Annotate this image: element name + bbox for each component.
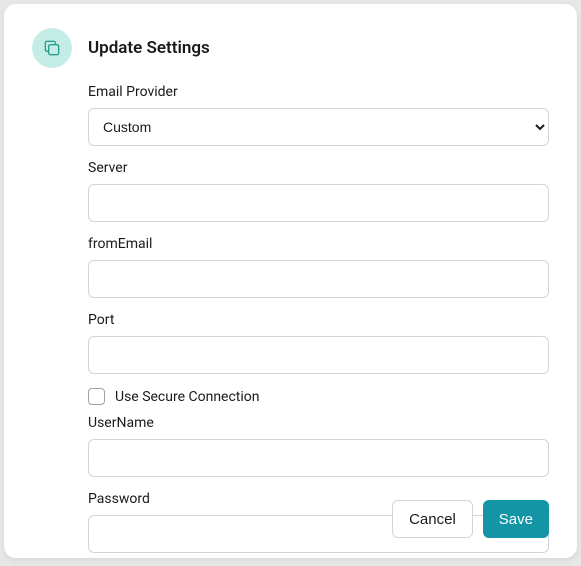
port-label: Port — [88, 312, 549, 328]
field-secure-connection: Use Secure Connection — [88, 388, 549, 405]
copy-icon — [42, 38, 62, 58]
username-label: UserName — [88, 415, 549, 431]
port-input[interactable] — [88, 336, 549, 374]
field-username: UserName — [88, 415, 549, 477]
email-provider-select[interactable]: Custom — [88, 108, 549, 146]
modal-header: Update Settings — [32, 28, 549, 68]
from-email-input[interactable] — [88, 260, 549, 298]
copy-icon-wrapper — [32, 28, 72, 68]
field-email-provider: Email Provider Custom — [88, 84, 549, 146]
modal-title: Update Settings — [88, 38, 210, 58]
secure-connection-label: Use Secure Connection — [115, 389, 260, 405]
save-button[interactable]: Save — [483, 500, 549, 538]
secure-connection-checkbox[interactable] — [88, 388, 105, 405]
from-email-label: fromEmail — [88, 236, 549, 252]
field-port: Port — [88, 312, 549, 374]
server-label: Server — [88, 160, 549, 176]
cancel-button[interactable]: Cancel — [392, 500, 473, 538]
form-body: Email Provider Custom Server fromEmail P… — [88, 84, 549, 553]
modal-footer: Cancel Save — [392, 500, 549, 538]
server-input[interactable] — [88, 184, 549, 222]
username-input[interactable] — [88, 439, 549, 477]
update-settings-modal: Update Settings Email Provider Custom Se… — [4, 4, 577, 558]
field-server: Server — [88, 160, 549, 222]
field-from-email: fromEmail — [88, 236, 549, 298]
email-provider-label: Email Provider — [88, 84, 549, 100]
